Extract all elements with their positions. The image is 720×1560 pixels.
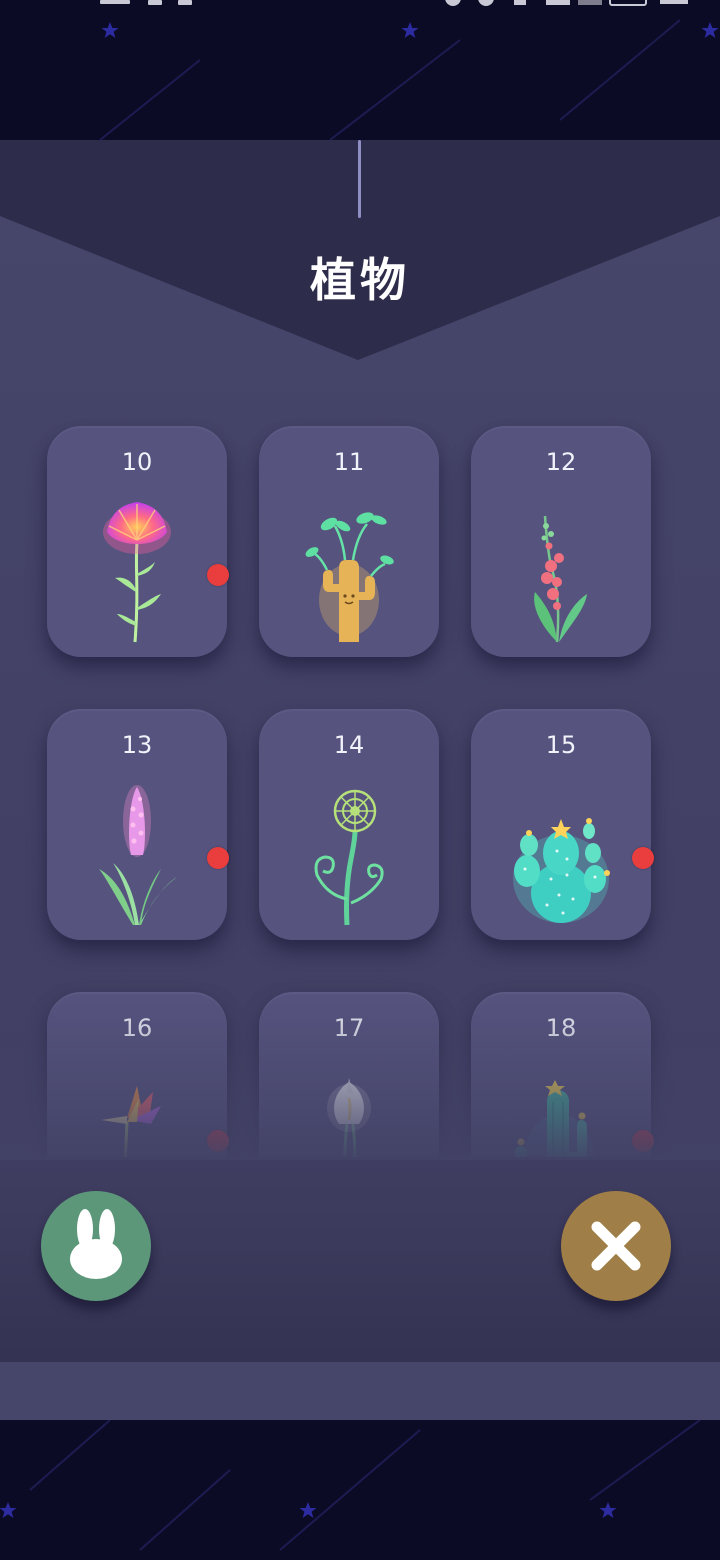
teal-prickly-pear-cactus-icon (513, 818, 610, 923)
plant-card-10[interactable]: 10 (47, 426, 227, 657)
card-number: 16 (121, 1014, 153, 1042)
panel-footer-strip (0, 1362, 720, 1420)
plant-grid: 10 11 12 13 14 15 16 17 18 (0, 410, 720, 1157)
plant-collection-panel: 植物 10 11 12 13 14 15 16 17 18 (0, 140, 720, 1420)
plant-card-13[interactable]: 13 (47, 709, 227, 940)
white-calla-lily-icon (327, 1078, 371, 1157)
card-number: 18 (545, 1014, 577, 1042)
plant-card-16[interactable]: 16 (47, 992, 227, 1157)
close-icon (591, 1221, 641, 1271)
tall-saguaro-cactus-icon (515, 1080, 595, 1157)
card-number: 17 (333, 1014, 365, 1042)
bunny-button[interactable] (41, 1191, 151, 1301)
red-blossom-branch-icon (534, 515, 587, 643)
curly-fern-icon (314, 789, 384, 926)
card-number: 15 (545, 731, 577, 759)
card-number: 12 (545, 448, 577, 476)
plant-card-12[interactable]: 12 (471, 426, 651, 657)
card-number: 11 (333, 448, 365, 476)
banner-hanging-string (358, 140, 361, 218)
new-badge (207, 847, 229, 869)
plant-card-14[interactable]: 14 (259, 709, 439, 940)
bird-of-paradise-icon (101, 1086, 161, 1157)
plant-card-11[interactable]: 11 (259, 426, 439, 657)
plant-card-17[interactable]: 17 (259, 992, 439, 1157)
new-badge (207, 1130, 229, 1152)
new-badge (632, 847, 654, 869)
status-bar (100, 0, 688, 6)
close-button[interactable] (561, 1191, 671, 1301)
card-number: 13 (121, 731, 153, 759)
glowing-dandelion-flower-icon (103, 502, 171, 643)
new-badge (632, 1130, 654, 1152)
card-number: 14 (333, 731, 365, 759)
page-title: 植物 (310, 253, 410, 307)
cactus-with-sprouts-icon (305, 512, 394, 642)
card-number: 10 (121, 448, 153, 476)
pink-lupine-spike-icon (99, 785, 177, 925)
bunny-icon (70, 1209, 122, 1279)
new-badge (207, 564, 229, 586)
plant-card-15[interactable]: 15 (471, 709, 651, 940)
plant-card-18[interactable]: 18 (471, 992, 651, 1157)
